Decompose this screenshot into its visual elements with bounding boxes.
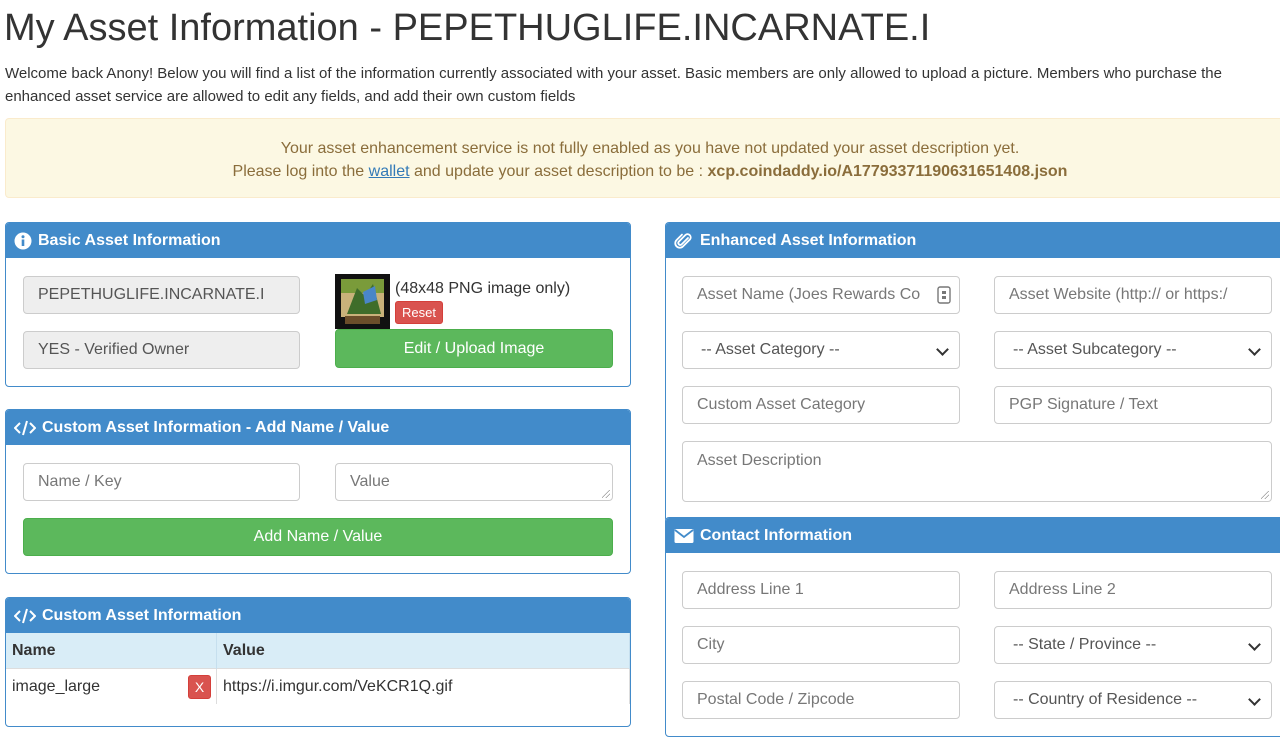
enhanced-asset-heading: Enhanced Asset Information [666, 223, 1280, 258]
autofill-icon [937, 286, 951, 304]
basic-asset-panel: Basic Asset Information PEPETHUGLIFE.INC… [5, 222, 631, 387]
custom-add-title: Custom Asset Information - Add Name / Va… [42, 419, 390, 436]
asset-thumbnail [335, 274, 390, 329]
owner-status-readonly: YES - Verified Owner [23, 331, 300, 369]
add-name-value-button[interactable]: Add Name / Value [23, 518, 613, 556]
contact-panel: Contact Information Address Line 1 Addre… [665, 517, 1280, 737]
country-select[interactable]: -- Country of Residence -- [994, 681, 1272, 719]
info-icon [14, 232, 32, 249]
value-textarea[interactable]: Value [335, 463, 613, 501]
intro-text: Welcome back Anony! Below you will find … [5, 62, 1280, 108]
custom-list-heading: Custom Asset Information [6, 598, 630, 633]
postal-code-input[interactable]: Postal Code / Zipcode [682, 681, 960, 719]
asset-category-select[interactable]: -- Asset Category -- [682, 331, 960, 369]
address-line-2-input[interactable]: Address Line 2 [994, 571, 1272, 609]
row-name-cell: image_large X [6, 668, 217, 704]
intro-line-1: Welcome back Anony! Below you will find … [5, 65, 1222, 82]
asset-name-readonly: PEPETHUGLIFE.INCARNATE.I [23, 276, 300, 314]
city-input[interactable]: City [682, 626, 960, 664]
custom-add-panel: Custom Asset Information - Add Name / Va… [5, 409, 631, 574]
enhanced-asset-panel: Enhanced Asset Information Asset Name (J… [665, 222, 1280, 522]
basic-asset-heading: Basic Asset Information [6, 223, 630, 258]
asset-description-textarea[interactable]: Asset Description [682, 441, 1272, 502]
basic-asset-title: Basic Asset Information [38, 232, 221, 249]
row-value: https://i.imgur.com/VeKCR1Q.gif [216, 668, 630, 704]
page-title: My Asset Information - PEPETHUGLIFE.INCA… [4, 7, 931, 49]
asset-name-input[interactable]: Asset Name (Joes Rewards Co [682, 276, 960, 314]
table-header-row: Name Value [6, 633, 630, 669]
column-header-name: Name [6, 633, 217, 669]
enhanced-asset-title: Enhanced Asset Information [700, 232, 917, 249]
state-province-select[interactable]: -- State / Province -- [994, 626, 1272, 664]
pgp-signature-input[interactable]: PGP Signature / Text [994, 386, 1272, 424]
column-header-value: Value [216, 633, 630, 669]
code-icon [14, 608, 36, 623]
intro-line-2: enhanced asset service are allowed to ed… [5, 88, 576, 105]
custom-add-heading: Custom Asset Information - Add Name / Va… [6, 410, 630, 445]
image-size-note: (48x48 PNG image only) [395, 280, 571, 297]
alert-line-1: Your asset enhancement service is not fu… [280, 140, 1020, 157]
custom-info-table: Name Value image_large X https://i.imgur… [6, 633, 630, 704]
custom-list-title: Custom Asset Information [42, 607, 242, 624]
wallet-link[interactable]: wallet [369, 163, 410, 180]
delete-row-button[interactable]: X [188, 675, 211, 699]
enhancement-warning-alert: Your asset enhancement service is not fu… [5, 118, 1280, 198]
asset-subcategory-select[interactable]: -- Asset Subcategory -- [994, 331, 1272, 369]
custom-category-input[interactable]: Custom Asset Category [682, 386, 960, 424]
envelope-icon [674, 528, 694, 543]
upload-image-button[interactable]: Edit / Upload Image [335, 329, 613, 368]
address-line-1-input[interactable]: Address Line 1 [682, 571, 960, 609]
asset-description-value: xcp.coindaddy.io/A17793371190631651408.j… [707, 163, 1068, 180]
contact-title: Contact Information [700, 527, 852, 544]
table-row: image_large X https://i.imgur.com/VeKCR1… [6, 668, 630, 704]
code-icon [14, 420, 36, 435]
name-key-input[interactable]: Name / Key [23, 463, 300, 501]
paperclip-icon [674, 232, 692, 249]
reset-button[interactable]: Reset [395, 301, 443, 324]
contact-heading: Contact Information [666, 518, 1280, 553]
alert-line-2: Please log into the wallet and update yo… [232, 163, 1068, 180]
asset-website-input[interactable]: Asset Website (http:// or https:/ [994, 276, 1272, 314]
row-name: image_large [12, 677, 101, 695]
